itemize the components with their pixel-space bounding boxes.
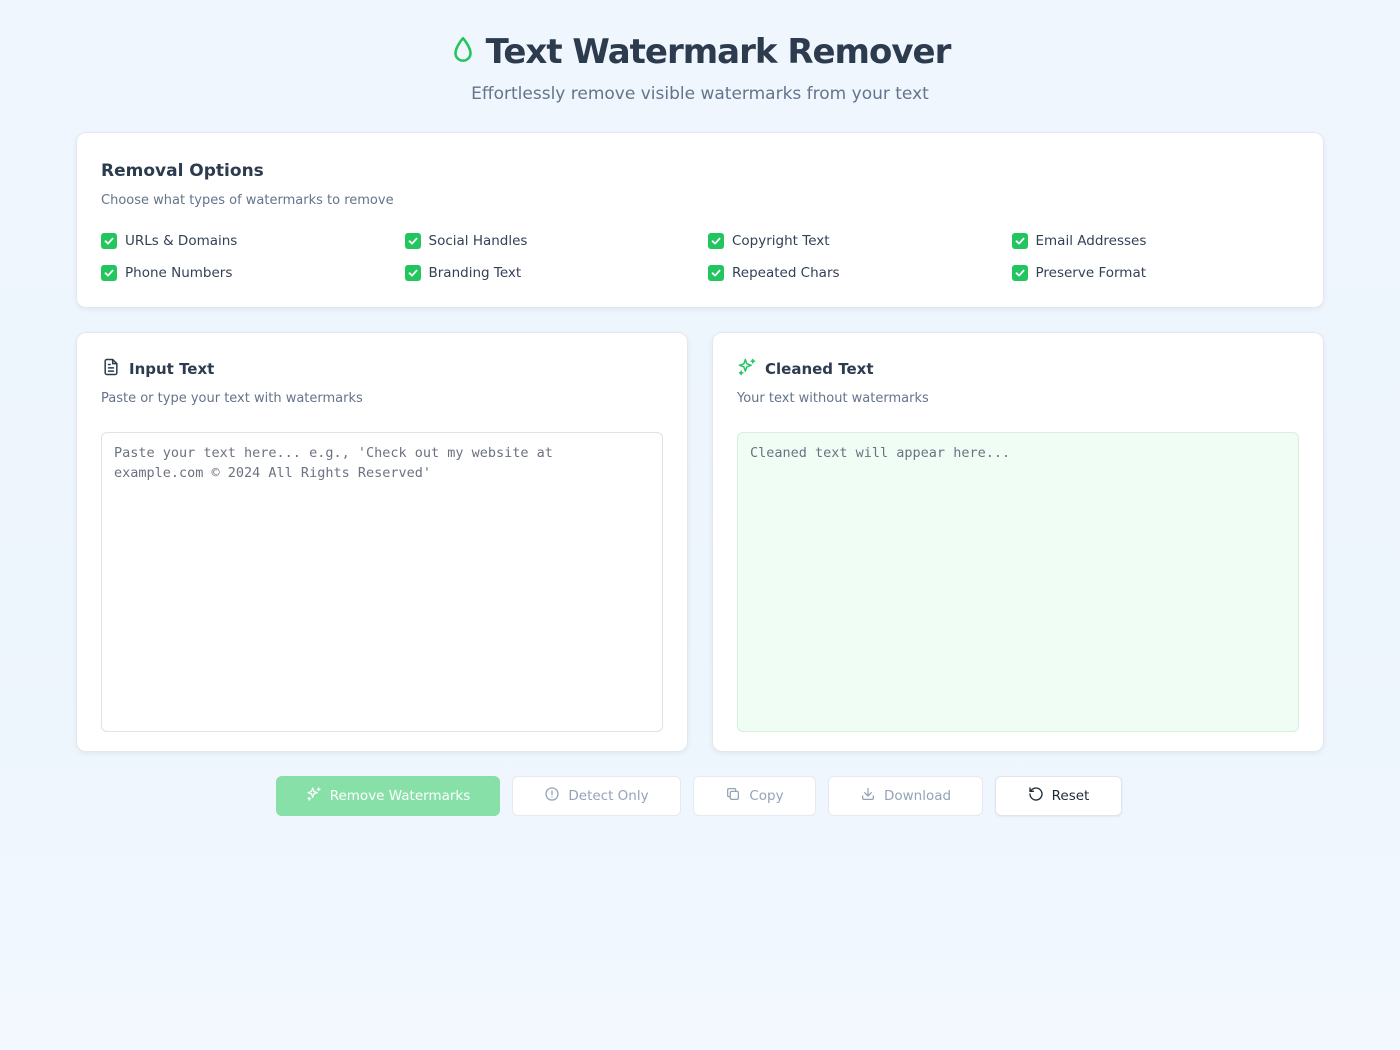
option-label: Repeated Chars [732,265,840,281]
reset-button[interactable]: Reset [995,776,1122,816]
checkbox-checked-icon[interactable] [708,265,724,281]
page-header: Text Watermark Remover Effortlessly remo… [0,0,1400,104]
output-panel-title: Cleaned Text [765,360,874,378]
option-label: Copyright Text [732,233,830,249]
options-grid: URLs & Domains Social Handles Copyright … [101,232,1299,282]
sparkles-icon [737,357,757,381]
cleaned-text-panel: Cleaned Text Your text without watermark… [712,332,1324,752]
rotate-ccw-icon [1028,786,1044,806]
checkbox-checked-icon[interactable] [101,265,117,281]
checkbox-checked-icon[interactable] [101,233,117,249]
download-button[interactable]: Download [828,776,983,816]
copy-label: Copy [749,788,784,804]
checkbox-checked-icon[interactable] [404,265,421,281]
input-panel-header: Input Text [101,357,663,381]
page-title: Text Watermark Remover [485,32,952,72]
input-panel-title: Input Text [129,360,215,378]
remove-watermarks-label: Remove Watermarks [329,788,471,804]
output-textarea[interactable] [737,432,1299,732]
input-panel-description: Paste or type your text with watermarks [101,391,363,406]
option-email-addresses[interactable]: Email Addresses [1011,232,1316,250]
detect-only-label: Detect Only [568,788,649,804]
option-label: Preserve Format [1035,265,1147,281]
title-row: Text Watermark Remover [0,32,1400,72]
document-icon [101,357,121,381]
download-label: Download [883,788,952,804]
option-urls-domains[interactable]: URLs & Domains [101,232,405,250]
action-bar: Remove Watermarks Detect Only Copy Downl… [276,776,1122,816]
removal-options-title: Removal Options [101,161,264,181]
alert-circle-icon [544,786,560,806]
option-preserve-format[interactable]: Preserve Format [1011,264,1316,282]
checkbox-checked-icon[interactable] [1011,265,1028,281]
detect-only-button[interactable]: Detect Only [512,776,681,816]
remove-watermarks-button[interactable]: Remove Watermarks [276,776,500,816]
option-phone-numbers[interactable]: Phone Numbers [101,264,405,282]
option-social-handles[interactable]: Social Handles [404,232,709,250]
removal-options-description: Choose what types of watermarks to remov… [101,193,394,208]
droplet-icon [450,35,476,69]
sparkles-icon [306,786,322,806]
checkbox-checked-icon[interactable] [708,233,724,249]
input-textarea[interactable] [101,432,663,732]
page-subtitle: Effortlessly remove visible watermarks f… [471,84,929,104]
option-repeated-chars[interactable]: Repeated Chars [708,264,1012,282]
copy-button[interactable]: Copy [693,776,816,816]
copy-icon [725,786,741,806]
option-label: URLs & Domains [125,233,238,249]
removal-options-card: Removal Options Choose what types of wat… [76,132,1324,308]
input-text-panel: Input Text Paste or type your text with … [76,332,688,752]
option-copyright-text[interactable]: Copyright Text [708,232,1012,250]
option-label: Social Handles [428,233,528,249]
output-panel-description: Your text without watermarks [737,391,929,406]
reset-label: Reset [1051,788,1090,804]
checkbox-checked-icon[interactable] [404,233,421,249]
option-label: Email Addresses [1035,233,1147,249]
option-label: Branding Text [428,265,522,281]
option-label: Phone Numbers [125,265,233,281]
download-icon [860,786,876,806]
checkbox-checked-icon[interactable] [1011,233,1028,249]
option-branding-text[interactable]: Branding Text [404,264,709,282]
output-panel-header: Cleaned Text [737,357,1299,381]
